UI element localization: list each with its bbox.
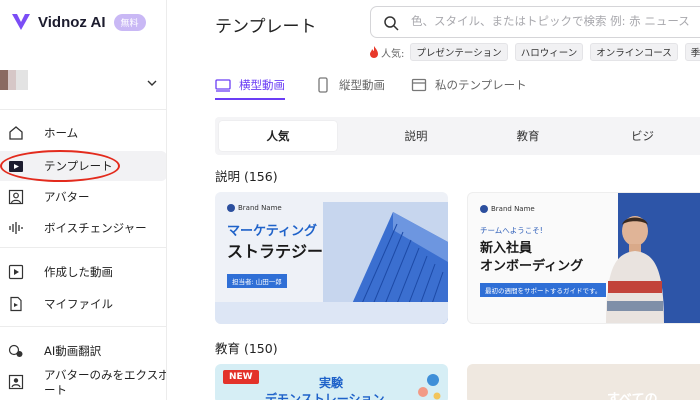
workspace-selector[interactable] [0,66,166,96]
monitor-icon [215,79,231,92]
files-icon [10,296,22,312]
card-stripe [215,302,448,324]
sidebar-item-label: アバターのみをエクスポ [44,368,167,382]
sidebar-item-label: アバター [44,190,90,204]
template-card-marketing[interactable]: Brand Name マーケティング ストラテジー 担当者: 山田一郎 [215,192,448,324]
trending-chip[interactable]: プレゼンテーション [410,43,508,61]
sidebar-item-label-line2: ート [44,383,67,397]
vidnoz-logo-icon [12,14,30,30]
trending-chip[interactable]: ハロウィーン [514,43,584,61]
sidebar-item-ai-translate[interactable]: AI動画翻訳 [0,336,166,366]
brand-label: Brand Name [238,204,282,212]
card-title-line1: すべての [607,392,658,400]
sidebar-item-avatar[interactable]: アバター [0,182,166,212]
molecule-icon [418,374,441,400]
export-icon [8,374,24,390]
category-explanation[interactable]: 説明 [357,121,475,151]
divider [0,326,166,327]
brand-label: Brand Name [491,205,535,213]
page-title: テンプレート [215,17,317,37]
active-tab-indicator [215,98,285,100]
translate-icon [8,344,23,357]
avatar-person-image [606,216,664,323]
template-card-onboarding[interactable]: Brand Name チームへようこそ! 新入社員 オンボーディング 最初の週間… [467,192,700,324]
video-icon [8,264,24,280]
template-icon [9,161,23,172]
brand-name: Brand Name [480,205,535,213]
brand-logo-icon [480,205,488,213]
sidebar-item-export-avatar[interactable]: アバターのみをエクスポ ート [0,366,167,400]
brand-name: Brand Name [227,204,282,212]
sidebar: Vidnoz AI 無料 ホーム テンプレート アバター ボイスチェンジャー 作… [0,0,167,400]
sidebar-item-home[interactable]: ホーム [0,118,166,148]
card-caption-tag: 最初の週間をサポートするガイドです。 [480,283,607,297]
brand-logo-icon [227,204,235,212]
card-title-line1: 新入社員 [480,241,533,256]
card-welcome-text: チームへようこそ! [480,226,543,235]
card-title-line2: ストラテジー [227,242,324,261]
sidebar-item-label: AI動画翻訳 [44,344,102,358]
avatar-icon [8,189,24,205]
card-title-line1: マーケティング [227,224,317,239]
category-bar: 人気 説明 教育 ビジ [215,117,700,155]
divider [0,109,166,110]
tab-label: 横型動画 [239,78,285,92]
template-window-icon [411,78,427,92]
sidebar-item-label: ボイスチェンジャー [44,221,147,235]
sidebar-item-my-files[interactable]: マイファイル [0,289,166,319]
fire-icon [370,46,378,58]
phone-icon [318,77,328,93]
search-input[interactable] [411,14,700,28]
workspace-avatar [0,70,28,90]
card-presenter-tag: 担当者: 山田一郎 [227,274,287,288]
sidebar-item-label: マイファイル [44,297,113,311]
home-icon [9,126,23,140]
new-badge: NEW [223,370,259,384]
trending-tags: 人気: プレゼンテーション ハロウィーン オンラインコース 季 [369,43,700,61]
app-logo[interactable]: Vidnoz AI 無料 [10,10,146,34]
tab-vertical-video[interactable]: 縦型動画 [315,70,385,100]
category-education[interactable]: 教育 [469,121,587,151]
sidebar-item-template[interactable]: テンプレート [0,151,166,181]
category-popular[interactable]: 人気 [219,121,337,151]
free-badge: 無料 [113,13,146,31]
chevron-down-icon [147,80,157,86]
app-name: Vidnoz AI [38,13,106,31]
template-card-education-2[interactable]: すべての [467,364,700,400]
tab-label: 縦型動画 [339,78,385,92]
voice-changer-icon [9,222,23,234]
card-title-line1: 実験 [319,376,344,390]
category-business[interactable]: ビジ [631,121,700,151]
tab-horizontal-video[interactable]: 横型動画 [215,70,285,100]
sidebar-item-label: 作成した動画 [44,265,113,279]
trending-chip[interactable]: オンラインコース [590,43,678,61]
search-icon [384,16,399,31]
tab-my-templates[interactable]: 私のテンプレート [411,70,527,100]
trending-label: 人気: [381,48,405,60]
sidebar-item-label: テンプレート [44,159,113,173]
section-title: 教育 (150) [215,341,278,356]
search-box[interactable] [370,6,700,38]
card-title-line2: オンボーディング [480,259,584,274]
sidebar-item-my-videos[interactable]: 作成した動画 [0,257,166,287]
sidebar-item-label: ホーム [44,126,79,140]
card-title-line2: デモンストレーション [265,392,385,400]
trending-chip[interactable]: 季 [684,43,700,61]
divider [0,247,166,248]
tab-label: 私のテンプレート [435,78,527,92]
sidebar-item-voice-changer[interactable]: ボイスチェンジャー [0,213,166,243]
template-card-experiment[interactable]: NEW 実験 デモンストレーション [215,364,448,400]
section-title: 説明 (156) [215,169,278,184]
